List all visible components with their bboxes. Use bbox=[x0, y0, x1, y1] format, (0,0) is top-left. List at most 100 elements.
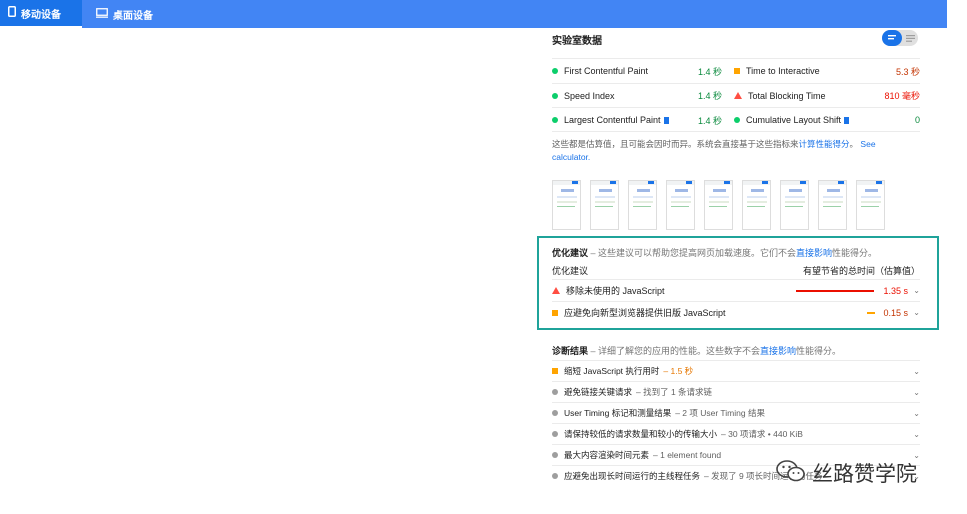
average-square-icon bbox=[734, 68, 740, 75]
pass-dot-icon bbox=[734, 117, 740, 124]
diagnostics-desc: – 详细了解您的应用的性能。这些数字不会 bbox=[588, 346, 761, 356]
chevron-down-icon[interactable]: ⌄ bbox=[913, 308, 920, 317]
diagnostic-label: 应避免出现长时间运行的主线程任务 bbox=[564, 471, 701, 481]
filmstrip-frame bbox=[628, 180, 657, 230]
diagnostic-desc: – 30 项请求 • 440 KiB bbox=[721, 429, 803, 439]
metric-fcp: First Contentful Paint 1.4 秒 bbox=[552, 59, 722, 84]
metric-value: 5.3 秒 bbox=[895, 66, 920, 77]
opportunity-value: 0.15 s bbox=[883, 307, 908, 318]
tab-mobile[interactable]: 移动设备 bbox=[0, 0, 82, 28]
col-opportunity: 优化建议 bbox=[552, 266, 589, 276]
filmstrip-frame bbox=[856, 180, 885, 230]
top-tab-bar: 移动设备 桌面设备 bbox=[0, 0, 947, 28]
filmstrip-frame bbox=[704, 180, 733, 230]
info-dot-icon bbox=[552, 431, 558, 437]
opportunities-desc: 性能得分。 bbox=[832, 248, 878, 258]
pass-dot-icon bbox=[552, 92, 558, 99]
metric-row: First Contentful Paint 1.4 秒 Time to Int… bbox=[552, 58, 920, 83]
toggle-summary-icon[interactable] bbox=[882, 30, 902, 46]
average-square-icon bbox=[552, 309, 558, 316]
metric-value: 1.4 秒 bbox=[697, 115, 722, 126]
pass-dot-icon bbox=[552, 68, 558, 75]
metric-tti: Time to Interactive 5.3 秒 bbox=[734, 59, 920, 84]
chevron-down-icon[interactable]: ⌄ bbox=[913, 409, 920, 418]
savings-bar bbox=[867, 312, 875, 314]
phone-icon bbox=[8, 6, 16, 20]
chevron-down-icon[interactable]: ⌄ bbox=[913, 367, 920, 376]
lab-data-title: 实验室数据 bbox=[552, 36, 602, 47]
filmstrip-frame bbox=[552, 180, 581, 230]
metric-name: Total Blocking Time bbox=[748, 90, 826, 101]
metric-name: Speed Index bbox=[564, 90, 615, 101]
note-text: 。 bbox=[849, 139, 859, 149]
diagnostic-label: 最大内容渲染时间元素 bbox=[564, 450, 650, 460]
metric-name: Largest Contentful Paint bbox=[564, 115, 661, 126]
direct-impact-link[interactable]: 直接影响 bbox=[796, 248, 832, 258]
metric-name: Cumulative Layout Shift bbox=[746, 115, 842, 126]
diagnostic-request-count[interactable]: 请保持较低的请求数量和较小的传输大小 – 30 项请求 • 440 KiB ⌄ bbox=[552, 423, 920, 444]
tab-desktop[interactable]: 桌面设备 bbox=[88, 0, 161, 28]
info-dot-icon bbox=[552, 452, 558, 458]
average-square-icon bbox=[552, 368, 558, 374]
chevron-down-icon[interactable]: ⌄ bbox=[913, 388, 920, 397]
diagnostic-critical-chains[interactable]: 避免链接关键请求 – 找到了 1 条请求链 ⌄ bbox=[552, 381, 920, 402]
toggle-list-icon[interactable] bbox=[902, 30, 918, 46]
metric-si: Speed Index 1.4 秒 bbox=[552, 84, 722, 109]
metric-value: 810 毫秒 bbox=[884, 91, 920, 102]
metric-name: Time to Interactive bbox=[746, 66, 820, 77]
view-toggle[interactable] bbox=[882, 30, 918, 46]
opportunity-label: 应避免向新型浏览器提供旧版 JavaScript bbox=[564, 308, 726, 318]
diagnostic-desc: – 找到了 1 条请求链 bbox=[636, 387, 713, 397]
diagnostic-user-timing[interactable]: User Timing 标记和测量结果 – 2 项 User Timing 结果… bbox=[552, 402, 920, 423]
opportunity-label: 移除未使用的 JavaScript bbox=[566, 286, 665, 296]
info-dot-icon bbox=[552, 389, 558, 395]
fail-triangle-icon bbox=[734, 92, 742, 100]
diagnostics-title: 诊断结果 bbox=[552, 346, 589, 356]
filmstrip-frame bbox=[780, 180, 809, 230]
metric-tbt: Total Blocking Time 810 毫秒 bbox=[734, 84, 920, 109]
metric-name: First Contentful Paint bbox=[564, 66, 649, 77]
watermark: 丝路赞学院 bbox=[776, 458, 917, 488]
metric-cls: Cumulative Layout Shift 0 bbox=[734, 108, 920, 133]
pass-dot-icon bbox=[552, 117, 558, 124]
metric-value: 1.4 秒 bbox=[697, 91, 722, 102]
chevron-down-icon[interactable]: ⌄ bbox=[913, 430, 920, 439]
bookmark-icon bbox=[663, 116, 669, 124]
filmstrip bbox=[552, 180, 920, 232]
filmstrip-frame bbox=[590, 180, 619, 230]
wechat-icon bbox=[776, 459, 806, 488]
metric-value: 0 bbox=[914, 115, 920, 126]
opportunities-title: 优化建议 bbox=[552, 248, 589, 258]
info-dot-icon bbox=[552, 410, 558, 416]
col-savings: 有望节省的总时间（估算值） bbox=[802, 266, 920, 276]
diagnostic-label: User Timing 标记和测量结果 bbox=[564, 408, 672, 418]
opportunity-legacy-js[interactable]: 应避免向新型浏览器提供旧版 JavaScript 0.15 s ⌄ bbox=[552, 301, 920, 323]
fail-triangle-icon bbox=[552, 287, 560, 294]
metrics-grid: First Contentful Paint 1.4 秒 Time to Int… bbox=[552, 58, 920, 132]
diagnostic-label: 缩短 JavaScript 执行用时 bbox=[564, 366, 660, 376]
diagnostic-js-execution[interactable]: 缩短 JavaScript 执行用时 – 1.5 秒 ⌄ bbox=[552, 360, 920, 381]
filmstrip-frame bbox=[742, 180, 771, 230]
metric-row: Speed Index 1.4 秒 Total Blocking Time 81… bbox=[552, 82, 920, 109]
diagnostic-label: 避免链接关键请求 bbox=[564, 387, 633, 397]
info-dot-icon bbox=[552, 473, 558, 479]
direct-impact-link[interactable]: 直接影响 bbox=[760, 346, 796, 356]
tab-desktop-label: 桌面设备 bbox=[113, 10, 153, 22]
opportunities-header: 优化建议 – 这些建议可以帮助您提高网页加载速度。它们不会直接影响性能得分。 bbox=[552, 246, 877, 259]
diagnostic-label: 请保持较低的请求数量和较小的传输大小 bbox=[564, 429, 718, 439]
diagnostics-desc: 性能得分。 bbox=[796, 346, 842, 356]
diagnostic-desc: – 2 项 User Timing 结果 bbox=[675, 408, 765, 418]
filmstrip-frame bbox=[666, 180, 695, 230]
diagnostic-desc: – 1.5 秒 bbox=[663, 366, 694, 376]
chevron-down-icon[interactable]: ⌄ bbox=[913, 286, 920, 295]
metric-lcp: Largest Contentful Paint 1.4 秒 bbox=[552, 108, 722, 133]
watermark-text: 丝路赞学院 bbox=[812, 462, 917, 486]
estimate-note: 这些都是估算值，且可能会因时而异。系统会直接基于这些指标来计算性能得分。 See… bbox=[552, 138, 912, 164]
score-calc-link[interactable]: 计算性能得分 bbox=[799, 139, 850, 149]
tab-mobile-label: 移动设备 bbox=[21, 9, 61, 21]
savings-bar bbox=[796, 290, 874, 292]
opportunity-unused-js[interactable]: 移除未使用的 JavaScript 1.35 s ⌄ bbox=[552, 279, 920, 301]
metric-value: 1.4 秒 bbox=[697, 66, 722, 77]
desktop-icon bbox=[96, 7, 108, 21]
filmstrip-frame bbox=[818, 180, 847, 230]
